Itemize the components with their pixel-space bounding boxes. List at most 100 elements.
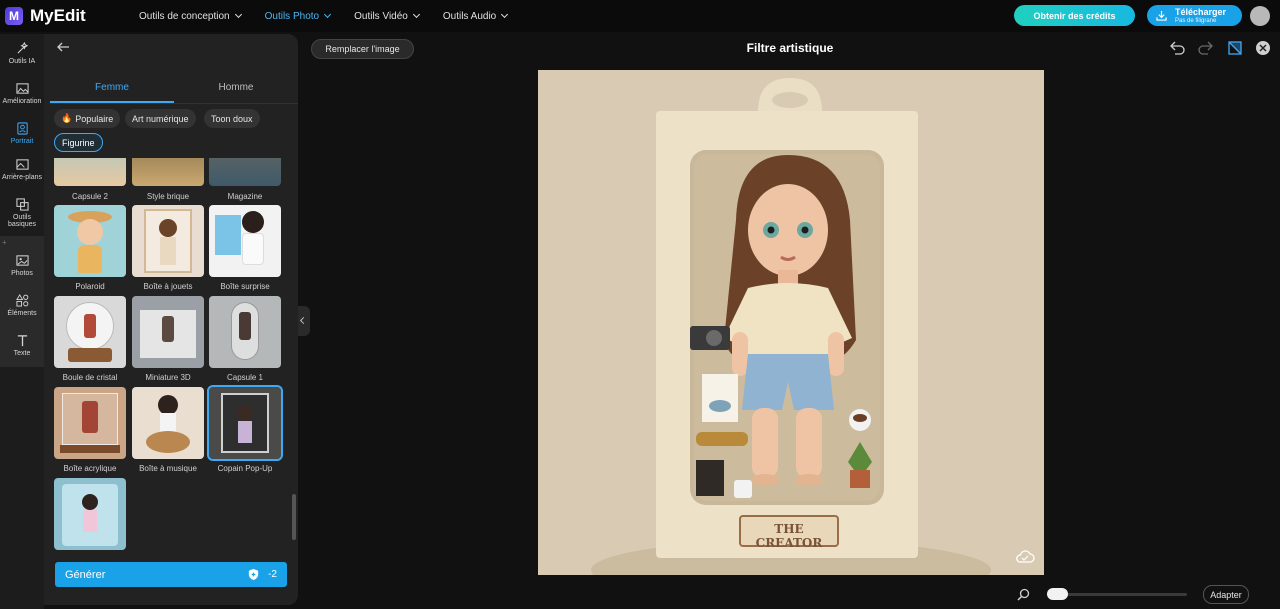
style-tile-3d-miniature[interactable] bbox=[132, 296, 204, 368]
credit-icon bbox=[248, 568, 259, 581]
chevron-down-icon bbox=[412, 10, 420, 19]
style-label: Boule de cristal bbox=[62, 373, 118, 382]
redo-icon[interactable] bbox=[1198, 40, 1214, 56]
nav-video-tools-label: Outils Vidéo bbox=[354, 10, 408, 22]
rail-ai-tools[interactable]: Outils IA bbox=[0, 36, 44, 76]
style-label: Capsule 1 bbox=[226, 373, 264, 382]
generate-button[interactable]: Générer -2 bbox=[55, 562, 287, 587]
nav-audio-tools-label: Outils Audio bbox=[442, 10, 497, 22]
rail-text[interactable]: Texte bbox=[0, 328, 44, 368]
top-bar: M MyEdit Outils de conception Outils Pho… bbox=[0, 0, 1280, 32]
rail-basic-tools-label: Outils basiques bbox=[7, 214, 37, 229]
chip-soft-toon[interactable]: Toon doux bbox=[204, 109, 260, 128]
style-grid: Capsule 2 Style brique Magazine Polaroid… bbox=[44, 158, 298, 552]
style-tile-brick-style[interactable] bbox=[132, 158, 204, 186]
style-label: Magazine bbox=[227, 192, 263, 201]
rail-portrait-label: Portrait bbox=[10, 138, 34, 145]
figurine-box-artwork bbox=[538, 70, 1044, 575]
app-logo[interactable]: M MyEdit bbox=[5, 6, 133, 26]
elements-icon bbox=[15, 294, 28, 307]
generate-label: Générer bbox=[65, 568, 106, 581]
image-enhance-icon bbox=[15, 83, 29, 94]
style-tile-polaroid[interactable] bbox=[54, 205, 126, 277]
collapse-panel-button[interactable] bbox=[298, 306, 310, 336]
zoom-slider-track[interactable] bbox=[1047, 593, 1187, 596]
nav-photo-tools[interactable]: Outils Photo bbox=[264, 10, 332, 22]
rail-portrait[interactable]: Portrait bbox=[0, 116, 44, 156]
background-icon bbox=[15, 159, 29, 170]
rail-photos[interactable]: Photos bbox=[0, 248, 44, 288]
style-tile-capsule-1[interactable] bbox=[209, 296, 281, 368]
style-tile-music-box[interactable] bbox=[132, 387, 204, 459]
rail-elements-label: Éléments bbox=[7, 310, 37, 317]
style-label: Boîte surprise bbox=[220, 282, 270, 291]
nav-design-tools-label: Outils de conception bbox=[139, 10, 230, 22]
style-tile-blister-pack[interactable] bbox=[54, 478, 126, 550]
back-arrow-icon[interactable] bbox=[56, 40, 70, 54]
get-credits-button[interactable]: Obtenir des crédits bbox=[1014, 5, 1135, 26]
chip-digital-art[interactable]: Art numérique bbox=[125, 109, 196, 128]
zoom-slider-handle[interactable] bbox=[1047, 588, 1068, 600]
style-panel: Femme Homme 🔥 Populaire Art numérique Too… bbox=[44, 34, 298, 605]
left-rail: Outils IA Amélioration Portrait Arrière-… bbox=[0, 34, 44, 609]
style-tile-magazine[interactable] bbox=[209, 158, 281, 186]
chip-figurine-label: Figurine bbox=[62, 137, 95, 148]
style-tile-surprise-box[interactable] bbox=[209, 205, 281, 277]
chevron-down-icon bbox=[501, 10, 509, 19]
fire-icon: 🔥 bbox=[61, 113, 73, 123]
cloud-save-icon[interactable] bbox=[1015, 549, 1035, 565]
undo-icon[interactable] bbox=[1169, 40, 1185, 56]
magic-wand-icon bbox=[16, 42, 28, 54]
chip-soft-toon-label: Toon doux bbox=[211, 113, 253, 124]
user-avatar[interactable] bbox=[1250, 6, 1270, 26]
style-tile-acrylic-box[interactable] bbox=[54, 387, 126, 459]
rail-enhancement[interactable]: Amélioration bbox=[0, 76, 44, 116]
rail-backgrounds[interactable]: Arrière-plans bbox=[0, 152, 44, 192]
rail-photos-label: Photos bbox=[11, 270, 33, 277]
rail-elements[interactable]: Éléments bbox=[0, 288, 44, 328]
rail-backgrounds-label: Arrière-plans bbox=[1, 174, 43, 181]
compare-icon[interactable] bbox=[1227, 40, 1243, 56]
myedit-logo-icon: M bbox=[5, 7, 23, 25]
portrait-icon bbox=[16, 122, 28, 135]
zoom-icon[interactable] bbox=[1017, 588, 1030, 601]
rail-enhancement-label: Amélioration bbox=[2, 98, 42, 105]
tab-homme[interactable]: Homme bbox=[174, 78, 298, 103]
rail-text-label: Texte bbox=[13, 350, 31, 357]
chip-popular[interactable]: 🔥 Populaire bbox=[54, 109, 121, 128]
close-icon[interactable] bbox=[1255, 40, 1271, 56]
nav-photo-tools-label: Outils Photo bbox=[264, 10, 320, 22]
chip-figurine[interactable]: Figurine bbox=[54, 133, 103, 152]
panel-scrollbar[interactable] bbox=[292, 494, 296, 540]
rail-basic-tools[interactable]: Outils basiques bbox=[0, 192, 44, 232]
basic-tools-icon bbox=[15, 198, 29, 211]
style-tile-capsule-2[interactable] bbox=[54, 158, 126, 186]
style-tile-pop-up-pal[interactable] bbox=[207, 385, 283, 461]
plus-icon: + bbox=[2, 238, 7, 247]
chip-popular-label: Populaire bbox=[75, 113, 114, 124]
main-nav: Outils de conception Outils Photo Outils… bbox=[139, 11, 531, 22]
box-label: THE CREATOR bbox=[755, 522, 823, 550]
fit-button[interactable]: Adapter bbox=[1203, 585, 1249, 604]
download-icon bbox=[1156, 10, 1167, 21]
chevron-down-icon bbox=[324, 10, 332, 19]
chip-digital-art-label: Art numérique bbox=[132, 113, 189, 124]
app-name: MyEdit bbox=[30, 6, 86, 25]
style-tile-toy-box[interactable] bbox=[132, 205, 204, 277]
style-label: Copain Pop-Up bbox=[217, 464, 273, 473]
style-label: Boîte acrylique bbox=[63, 464, 117, 473]
result-image[interactable]: THE CREATOR bbox=[538, 70, 1044, 575]
replace-image-button[interactable]: Remplacer l'image bbox=[311, 39, 414, 59]
tab-femme[interactable]: Femme bbox=[50, 78, 174, 103]
style-label: Polaroid bbox=[75, 282, 105, 291]
style-tile-crystal-ball[interactable] bbox=[54, 296, 126, 368]
chevron-down-icon bbox=[234, 10, 242, 19]
chevron-left-icon bbox=[299, 316, 308, 325]
nav-design-tools[interactable]: Outils de conception bbox=[139, 10, 242, 22]
nav-audio-tools[interactable]: Outils Audio bbox=[442, 10, 509, 22]
canvas-title: Filtre artistique bbox=[746, 41, 834, 55]
photos-icon bbox=[15, 255, 29, 266]
nav-video-tools[interactable]: Outils Vidéo bbox=[354, 10, 420, 22]
text-icon bbox=[17, 335, 27, 347]
download-button[interactable]: Télécharger Pas de filigrane bbox=[1147, 5, 1242, 26]
